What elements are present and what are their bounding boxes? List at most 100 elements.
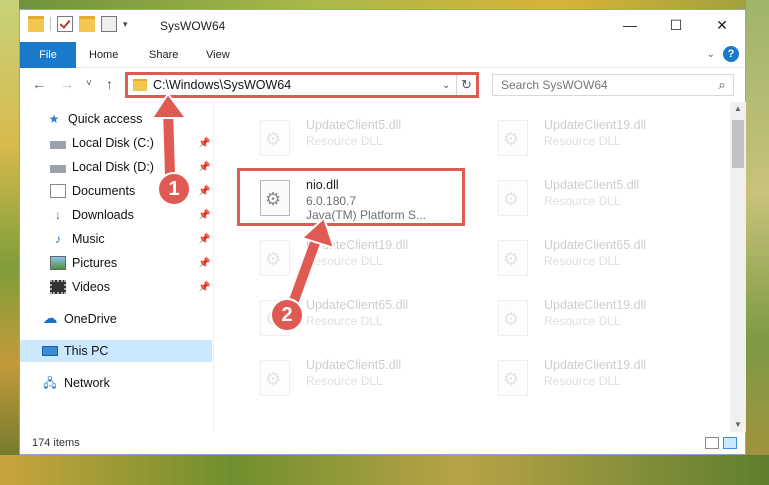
file-name: UpdateClient19.dll — [306, 238, 409, 252]
file-name: UpdateClient19.dll — [544, 118, 647, 132]
help-icon[interactable]: ? — [723, 46, 739, 62]
file-item[interactable]: UpdateClient19.dll Resource DLL — [240, 230, 468, 282]
network-icon: 🖧 — [43, 376, 57, 390]
pin-icon[interactable]: 📌 — [198, 282, 210, 293]
pictures-icon — [50, 256, 66, 270]
sidebar-item-videos[interactable]: Videos 📌 — [20, 276, 212, 298]
step-2-callout: 2 — [270, 298, 304, 332]
details-view-button[interactable] — [705, 437, 719, 449]
folder-icon — [133, 79, 147, 91]
file-item[interactable]: UpdateClient19.dll Resource DLL — [478, 290, 706, 342]
navigation-pane: ★ Quick access Local Disk (C:) 📌 Local D… — [20, 102, 212, 432]
file-type: Resource DLL — [306, 374, 383, 388]
back-arrow-icon[interactable]: ← — [32, 76, 46, 92]
item-count: 174 items — [32, 437, 80, 449]
file-item[interactable]: UpdateClient5.dll Resource DLL — [240, 350, 468, 402]
file-description: Java(TM) Platform S... — [306, 208, 427, 222]
tiles-view-button[interactable] — [723, 437, 737, 449]
sidebar-item-network[interactable]: 🖧 Network — [20, 372, 212, 394]
sidebar-item-label: Quick access — [68, 112, 143, 126]
scrollbar-thumb[interactable] — [732, 120, 744, 168]
customize-toolbar-icon[interactable] — [101, 16, 117, 32]
up-arrow-icon[interactable]: ↑ — [106, 76, 113, 92]
toolbar-separator — [50, 17, 51, 31]
sidebar-item-quick-access[interactable]: ★ Quick access — [20, 108, 212, 130]
music-icon: ♪ — [55, 232, 61, 246]
search-input[interactable]: Search SysWOW64 — [493, 78, 711, 92]
file-name: UpdateClient65.dll — [306, 298, 409, 312]
file-name: UpdateClient5.dll — [306, 358, 402, 372]
scroll-down-icon[interactable]: ▼ — [730, 418, 746, 432]
disk-icon — [50, 140, 66, 149]
file-item[interactable]: UpdateClient19.dll Resource DLL — [478, 110, 706, 162]
file-item[interactable]: UpdateClient5.dll Resource DLL — [478, 170, 706, 222]
file-item[interactable]: UpdateClient19.dll Resource DLL — [478, 350, 706, 402]
file-explorer-window: ▾ SysWOW64 — ☐ ✕ File Home Share View ⌄ … — [19, 9, 746, 455]
folder-icon[interactable] — [28, 16, 44, 32]
file-item[interactable]: UpdateClient5.dll Resource DLL — [240, 110, 468, 162]
sidebar-item-pictures[interactable]: Pictures 📌 — [20, 252, 212, 274]
dll-file-icon — [260, 180, 290, 216]
pin-icon[interactable]: 📌 — [198, 186, 210, 197]
dll-file-icon — [498, 360, 528, 396]
pin-icon[interactable]: 📌 — [198, 138, 210, 149]
tab-share[interactable]: Share — [149, 42, 178, 68]
tab-file[interactable]: File — [20, 42, 76, 68]
file-name: nio.dll — [306, 178, 339, 192]
file-type: Resource DLL — [544, 134, 621, 148]
expand-ribbon-icon[interactable]: ⌄ — [707, 49, 715, 60]
ribbon-tabs: File Home Share View ⌄ ? — [20, 42, 745, 68]
window-title: SysWOW64 — [160, 19, 226, 33]
scroll-up-icon[interactable]: ▲ — [730, 102, 746, 116]
step-1-callout: 1 — [157, 172, 191, 206]
disk-icon — [50, 164, 66, 173]
sidebar-item-music[interactable]: ♪ Music 📌 — [20, 228, 212, 250]
sidebar-item-this-pc[interactable]: This PC — [20, 340, 212, 362]
sidebar-item-label: Videos — [72, 280, 110, 294]
maximize-button[interactable]: ☐ — [653, 10, 699, 40]
status-bar: 174 items — [20, 434, 745, 454]
sidebar-item-onedrive[interactable]: ☁ OneDrive — [20, 308, 212, 330]
file-type: Resource DLL — [544, 314, 621, 328]
file-item-nio-dll[interactable]: nio.dll 6.0.180.7 Java(TM) Platform S... — [240, 170, 468, 222]
file-item[interactable]: UpdateClient65.dll Resource DLL — [478, 230, 706, 282]
download-icon: ↓ — [55, 208, 61, 222]
search-box[interactable]: Search SysWOW64 ⌕ — [492, 74, 734, 96]
tab-home[interactable]: Home — [89, 42, 118, 68]
properties-icon[interactable] — [57, 16, 73, 32]
file-type: Resource DLL — [544, 194, 621, 208]
chevron-down-icon[interactable]: ▾ — [123, 19, 128, 30]
search-icon[interactable]: ⌕ — [711, 77, 733, 93]
pin-icon[interactable]: 📌 — [198, 162, 210, 173]
sidebar-item-downloads[interactable]: ↓ Downloads 📌 — [20, 204, 212, 226]
quick-access-toolbar: ▾ — [28, 16, 128, 32]
sidebar-item-label: Local Disk (D:) — [72, 160, 154, 174]
close-button[interactable]: ✕ — [699, 10, 745, 40]
dll-file-icon — [260, 360, 290, 396]
pin-icon[interactable]: 📌 — [198, 258, 210, 269]
address-bar[interactable]: C:\Windows\SysWOW64 ⌄ ↻ — [125, 72, 479, 98]
minimize-button[interactable]: — — [607, 10, 653, 40]
recent-locations-icon[interactable]: ˅ — [86, 78, 92, 89]
sidebar-item-label: OneDrive — [64, 312, 117, 326]
vertical-scrollbar[interactable]: ▲ ▼ — [730, 102, 746, 432]
dll-file-icon — [498, 240, 528, 276]
pin-icon[interactable]: 📌 — [198, 210, 210, 221]
file-type: Resource DLL — [306, 254, 383, 268]
refresh-icon[interactable]: ↻ — [456, 75, 476, 95]
file-type: Resource DLL — [306, 314, 383, 328]
address-path[interactable]: C:\Windows\SysWOW64 — [153, 78, 442, 92]
sidebar-item-label: Local Disk (C:) — [72, 136, 154, 150]
sidebar-item-label: This PC — [64, 344, 109, 358]
sidebar-item-local-disk-c[interactable]: Local Disk (C:) 📌 — [20, 132, 212, 154]
chevron-down-icon[interactable]: ⌄ — [442, 80, 456, 91]
file-type: Resource DLL — [544, 374, 621, 388]
forward-arrow-icon[interactable]: → — [60, 76, 74, 92]
pin-icon[interactable]: 📌 — [198, 234, 210, 245]
file-name: UpdateClient5.dll — [306, 118, 402, 132]
new-folder-icon[interactable] — [79, 16, 95, 32]
pane-divider[interactable] — [213, 102, 214, 432]
dll-file-icon — [498, 120, 528, 156]
tab-view[interactable]: View — [206, 42, 230, 68]
videos-icon — [50, 280, 66, 294]
